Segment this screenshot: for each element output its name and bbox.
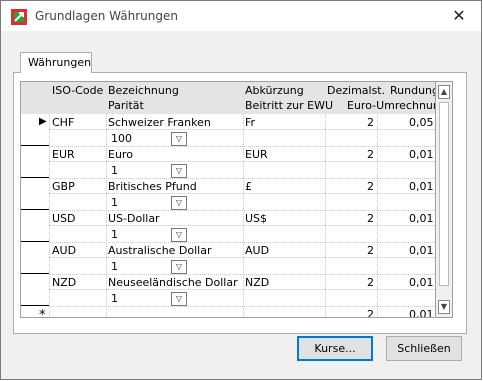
cell-dezimalstellen[interactable]: 2: [367, 308, 374, 317]
title-bar: Grundlagen Währungen ✕: [1, 1, 481, 31]
chevron-down-icon[interactable]: ▽: [171, 228, 187, 242]
header-beitritt-ewu[interactable]: Beitritt zur EWU: [245, 99, 333, 112]
cell-bezeichnung[interactable]: Schweizer Franken: [108, 116, 211, 129]
column-divider: [325, 114, 326, 317]
scroll-thumb[interactable]: [439, 102, 449, 286]
column-divider: [49, 114, 50, 317]
cell-paritaet[interactable]: 1: [111, 260, 118, 273]
row-divider: [49, 225, 435, 226]
cell-iso-code[interactable]: CHF: [52, 116, 74, 129]
cell-bezeichnung[interactable]: Euro: [108, 148, 133, 161]
cell-paritaet[interactable]: 1: [111, 196, 118, 209]
scroll-down-icon[interactable]: ▼: [438, 300, 450, 314]
cell-bezeichnung[interactable]: Australische Dollar: [108, 244, 212, 257]
cell-abkuerzung[interactable]: Fr: [245, 116, 255, 129]
header-iso-code[interactable]: ISO-Code: [52, 84, 103, 97]
chevron-down-icon[interactable]: ▽: [171, 196, 187, 210]
row-divider: [49, 274, 435, 275]
cell-paritaet[interactable]: 1: [111, 164, 118, 177]
cell-dezimalstellen[interactable]: 2: [367, 244, 374, 257]
column-divider: [106, 114, 107, 317]
row-selector[interactable]: [21, 178, 49, 210]
row-divider: [49, 146, 435, 147]
new-row-marker: *: [39, 308, 46, 318]
chevron-down-icon[interactable]: ▽: [171, 164, 187, 178]
tab-waehrungen[interactable]: Währungen: [20, 52, 92, 73]
scroll-up-icon[interactable]: ▲: [438, 85, 450, 99]
cell-abkuerzung[interactable]: NZD: [245, 276, 269, 289]
header-bezeichnung[interactable]: Bezeichnung: [108, 84, 179, 97]
row-selector[interactable]: [21, 274, 49, 306]
cell-rundung[interactable]: 0,01: [409, 276, 434, 289]
cell-iso-code[interactable]: GBP: [52, 180, 75, 193]
cell-paritaet[interactable]: 1: [111, 292, 118, 305]
currency-app-icon: [11, 9, 27, 25]
row-selector[interactable]: [21, 210, 49, 242]
cell-rundung[interactable]: 0,01: [409, 308, 434, 317]
header-paritaet[interactable]: Parität: [108, 99, 144, 112]
cell-paritaet[interactable]: 1: [111, 228, 118, 241]
row-divider: [49, 193, 435, 194]
kurse-button[interactable]: Kurse...: [297, 336, 373, 361]
row-divider: [49, 161, 435, 162]
row-divider: [49, 210, 435, 211]
cell-rundung[interactable]: 0,05: [409, 116, 434, 129]
cell-rundung[interactable]: 0,01: [409, 212, 434, 225]
row-divider: [49, 129, 435, 130]
current-row-marker: ▶: [39, 116, 47, 127]
row-selector[interactable]: [21, 146, 49, 178]
header-rundung[interactable]: Rundung: [390, 84, 435, 97]
schliessen-button[interactable]: Schließen: [386, 336, 462, 361]
cell-dezimalstellen[interactable]: 2: [367, 116, 374, 129]
header-dezimalstellen[interactable]: Dezimalst.: [327, 84, 385, 97]
cell-iso-code[interactable]: AUD: [52, 244, 76, 257]
cell-paritaet[interactable]: 100: [111, 132, 132, 145]
row-selector[interactable]: ▶: [21, 114, 49, 146]
chevron-down-icon[interactable]: ▽: [171, 132, 187, 146]
cell-iso-code[interactable]: EUR: [52, 148, 75, 161]
row-divider: [49, 306, 435, 307]
cell-rundung[interactable]: 0,01: [409, 180, 434, 193]
cell-bezeichnung[interactable]: Britisches Pfund: [108, 180, 197, 193]
cell-abkuerzung[interactable]: EUR: [245, 148, 268, 161]
cell-iso-code[interactable]: NZD: [52, 276, 76, 289]
kurse-button-label: Kurse...: [314, 342, 356, 355]
currency-grid[interactable]: ISO-Code Bezeichnung Abkürzung Dezimalst…: [20, 81, 436, 318]
chevron-down-icon[interactable]: ▽: [171, 260, 187, 274]
tab-label: Währungen: [28, 56, 92, 69]
cell-dezimalstellen[interactable]: 2: [367, 148, 374, 161]
header-abkuerzung[interactable]: Abkürzung: [245, 84, 304, 97]
cell-dezimalstellen[interactable]: 2: [367, 180, 374, 193]
close-icon[interactable]: ✕: [441, 3, 477, 29]
cell-abkuerzung[interactable]: US$: [245, 212, 267, 225]
cell-rundung[interactable]: 0,01: [409, 244, 434, 257]
cell-rundung[interactable]: 0,01: [409, 148, 434, 161]
cell-abkuerzung[interactable]: £: [245, 180, 252, 193]
cell-dezimalstellen[interactable]: 2: [367, 276, 374, 289]
vertical-scrollbar[interactable]: ▲ ▼: [436, 81, 453, 318]
row-divider: [49, 257, 435, 258]
column-divider: [377, 114, 378, 317]
cell-dezimalstellen[interactable]: 2: [367, 212, 374, 225]
grid-header: ISO-Code Bezeichnung Abkürzung Dezimalst…: [21, 82, 435, 114]
cell-bezeichnung[interactable]: Neuseeländische Dollar: [108, 276, 238, 289]
cell-iso-code[interactable]: USD: [52, 212, 76, 225]
chevron-down-icon[interactable]: ▽: [171, 292, 187, 306]
window-title: Grundlagen Währungen: [35, 9, 178, 23]
row-selector[interactable]: [21, 242, 49, 274]
header-euro-umrechnung[interactable]: Euro-Umrechnung: [347, 99, 435, 112]
schliessen-button-label: Schließen: [397, 342, 451, 355]
cell-abkuerzung[interactable]: AUD: [245, 244, 269, 257]
column-divider: [243, 114, 244, 317]
cell-bezeichnung[interactable]: US-Dollar: [108, 212, 160, 225]
row-divider: [49, 178, 435, 179]
row-divider: [49, 289, 435, 290]
row-divider: [49, 242, 435, 243]
